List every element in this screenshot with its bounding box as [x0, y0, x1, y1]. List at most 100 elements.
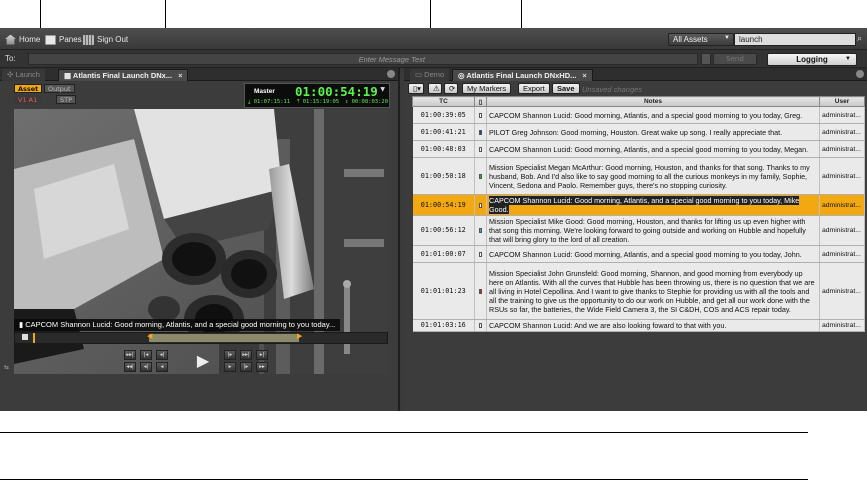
table-row[interactable]: 01:01:01:23 Mission Specialist John Gruns…	[412, 262, 865, 320]
tab-atlantis-player[interactable]: ▦ Atlantis Final Launch DNx... ×	[58, 69, 189, 81]
step-forward-button[interactable]: |▸	[240, 362, 252, 372]
row-user[interactable]: administrat...	[819, 157, 865, 195]
go-to-end-button[interactable]: ▸|	[256, 350, 268, 360]
row-timecode[interactable]: 01:01:01:23	[412, 262, 475, 320]
row-user[interactable]: administrat...	[819, 245, 865, 263]
row-marker[interactable]	[474, 215, 487, 246]
panel-menu-icon[interactable]	[387, 70, 395, 78]
marker-color-dropdown[interactable]: ▯▾	[408, 83, 424, 94]
frame-back-button[interactable]: ◂	[156, 362, 168, 372]
column-header-user[interactable]: User	[819, 96, 865, 107]
row-note[interactable]: CAPCOM Shannon Lucid: And we are also lo…	[486, 319, 820, 332]
prev-edit-button[interactable]: ◂|	[156, 350, 168, 360]
table-row[interactable]: 01:01:00:07 CAPCOM Shannon Lucid: Good mo…	[412, 245, 865, 263]
assets-dropdown-value: All Assets	[673, 35, 708, 44]
panel-menu-icon[interactable]	[856, 70, 864, 78]
row-note[interactable]: CAPCOM Shannon Lucid: Good morning, Atla…	[486, 194, 820, 216]
selected-note-text[interactable]: CAPCOM Shannon Lucid: Good morning, Atla…	[489, 196, 800, 214]
close-icon[interactable]: ×	[582, 71, 586, 80]
row-timecode[interactable]: 01:00:48:03	[412, 140, 475, 158]
out-point-marker[interactable]: ▶	[297, 332, 302, 340]
next-edit-button[interactable]: |▸	[224, 350, 236, 360]
row-timecode[interactable]: 01:00:54:19	[412, 194, 475, 216]
row-note[interactable]: CAPCOM Shannon Lucid: Good morning, Atla…	[486, 140, 820, 158]
stp-button[interactable]: STP	[56, 95, 77, 104]
refresh-icon[interactable]: ⟳	[444, 83, 458, 94]
row-user[interactable]: administrat...	[819, 194, 865, 216]
fast-forward-button[interactable]: ▸▸	[256, 362, 268, 372]
tab-demo[interactable]: ▭ Demo	[410, 69, 450, 81]
track-selector[interactable]: V1 A1	[14, 95, 42, 104]
row-note[interactable]: CAPCOM Shannon Lucid: Good morning, Atla…	[486, 106, 820, 124]
column-header-tc[interactable]: TC	[412, 96, 475, 107]
my-markers-button[interactable]: My Markers	[462, 83, 512, 94]
row-marker[interactable]	[474, 123, 487, 141]
column-header-marker[interactable]: ▯	[474, 96, 487, 107]
table-row[interactable]: 01:01:03:16 CAPCOM Shannon Lucid: And we …	[412, 319, 865, 332]
mark-out-button[interactable]: ▸▸|	[240, 350, 252, 360]
row-marker[interactable]	[474, 194, 487, 216]
send-button[interactable]: Send	[713, 53, 757, 65]
row-user[interactable]: administrat...	[819, 140, 865, 158]
message-input[interactable]: Enter Message Text	[28, 53, 698, 65]
timecode-display[interactable]: Master 01:00:54:19 ▼ ⤓ 01:07:15:11 ⤒ 01:…	[244, 83, 390, 108]
mode-dropdown[interactable]: Logging ▼	[767, 53, 857, 66]
row-note[interactable]: PILOT Greg Johnson: Good morning, Housto…	[486, 123, 820, 141]
step-back-button[interactable]: ◂|	[140, 362, 152, 372]
row-timecode[interactable]: 01:00:56:12	[412, 215, 475, 246]
playhead-marker[interactable]	[33, 333, 35, 343]
table-row[interactable]: 01:00:39:05 CAPCOM Shannon Lucid: Good mo…	[412, 106, 865, 124]
row-timecode[interactable]: 01:00:41:21	[412, 123, 475, 141]
tab-launch[interactable]: ✣ Launch	[2, 69, 45, 81]
filter-icon[interactable]: ⚠	[428, 83, 442, 94]
search-icon[interactable]: ⌕	[857, 34, 862, 44]
timeline-scrubber[interactable]: ◀ ▶	[14, 332, 388, 344]
timecode-in: ⤓ 01:07:15:11	[248, 99, 291, 105]
loop-icon[interactable]: ⇆	[4, 364, 14, 372]
row-note[interactable]: Mission Specialist John Grunsfeld: Good …	[486, 262, 820, 320]
row-marker[interactable]	[474, 106, 487, 124]
rewind-button[interactable]: ◂◂|	[124, 362, 136, 372]
asset-mode-button[interactable]: Asset	[14, 84, 43, 93]
row-user[interactable]: administrat...	[819, 319, 865, 332]
panes-button[interactable]: Panes	[45, 33, 82, 46]
export-button[interactable]: Export	[518, 83, 550, 94]
mark-in-button[interactable]: |◂	[140, 350, 152, 360]
play-icon[interactable]: ▶	[192, 350, 214, 372]
home-button[interactable]: Home	[5, 33, 40, 46]
row-marker[interactable]	[474, 140, 487, 158]
close-icon[interactable]: ×	[178, 71, 182, 80]
row-user[interactable]: administrat...	[819, 123, 865, 141]
row-timecode[interactable]: 01:00:50:18	[412, 157, 475, 195]
row-marker[interactable]	[474, 245, 487, 263]
frame-forward-button[interactable]: ▸	[224, 362, 236, 372]
search-input[interactable]: launch	[734, 33, 856, 46]
row-user[interactable]: administrat...	[819, 106, 865, 124]
row-note[interactable]: Mission Specialist Megan McArthur: Good …	[486, 157, 820, 195]
row-timecode[interactable]: 01:01:03:16	[412, 319, 475, 332]
assets-dropdown[interactable]: All Assets ▼	[668, 33, 734, 46]
table-row[interactable]: 01:00:41:21 PILOT Greg Johnson: Good morn…	[412, 123, 865, 141]
signout-button[interactable]: Sign Out	[83, 33, 128, 46]
save-button[interactable]: Save	[552, 83, 580, 94]
row-note[interactable]: CAPCOM Shannon Lucid: Good morning, Atla…	[486, 245, 820, 263]
row-user[interactable]: administrat...	[819, 262, 865, 320]
row-marker[interactable]	[474, 262, 487, 320]
row-timecode[interactable]: 01:00:39:05	[412, 106, 475, 124]
row-marker[interactable]	[474, 157, 487, 195]
go-to-start-button[interactable]: ▸▸|	[124, 350, 136, 360]
table-row[interactable]: 01:00:54:19 CAPCOM Shannon Lucid: Good mo…	[412, 194, 865, 216]
row-user[interactable]: administrat...	[819, 215, 865, 246]
row-timecode[interactable]: 01:01:00:07	[412, 245, 475, 263]
message-stepper[interactable]	[701, 53, 711, 65]
output-mode-button[interactable]: Output	[44, 84, 75, 93]
chevron-down-icon: ▼	[380, 86, 385, 93]
row-marker[interactable]	[474, 319, 487, 332]
column-header-notes[interactable]: Notes	[486, 96, 820, 107]
table-row[interactable]: 01:00:48:03 CAPCOM Shannon Lucid: Good mo…	[412, 140, 865, 158]
table-row[interactable]: 01:00:50:18 Mission Specialist Megan McAr…	[412, 157, 865, 195]
row-note[interactable]: Mission Specialist Mike Good: Good morni…	[486, 215, 820, 246]
table-row[interactable]: 01:00:56:12 Mission Specialist Mike Good:…	[412, 215, 865, 246]
tab-atlantis-notes[interactable]: ◎ Atlantis Final Launch DNxHD... ×	[452, 69, 593, 81]
in-point-marker[interactable]: ◀	[147, 332, 152, 340]
